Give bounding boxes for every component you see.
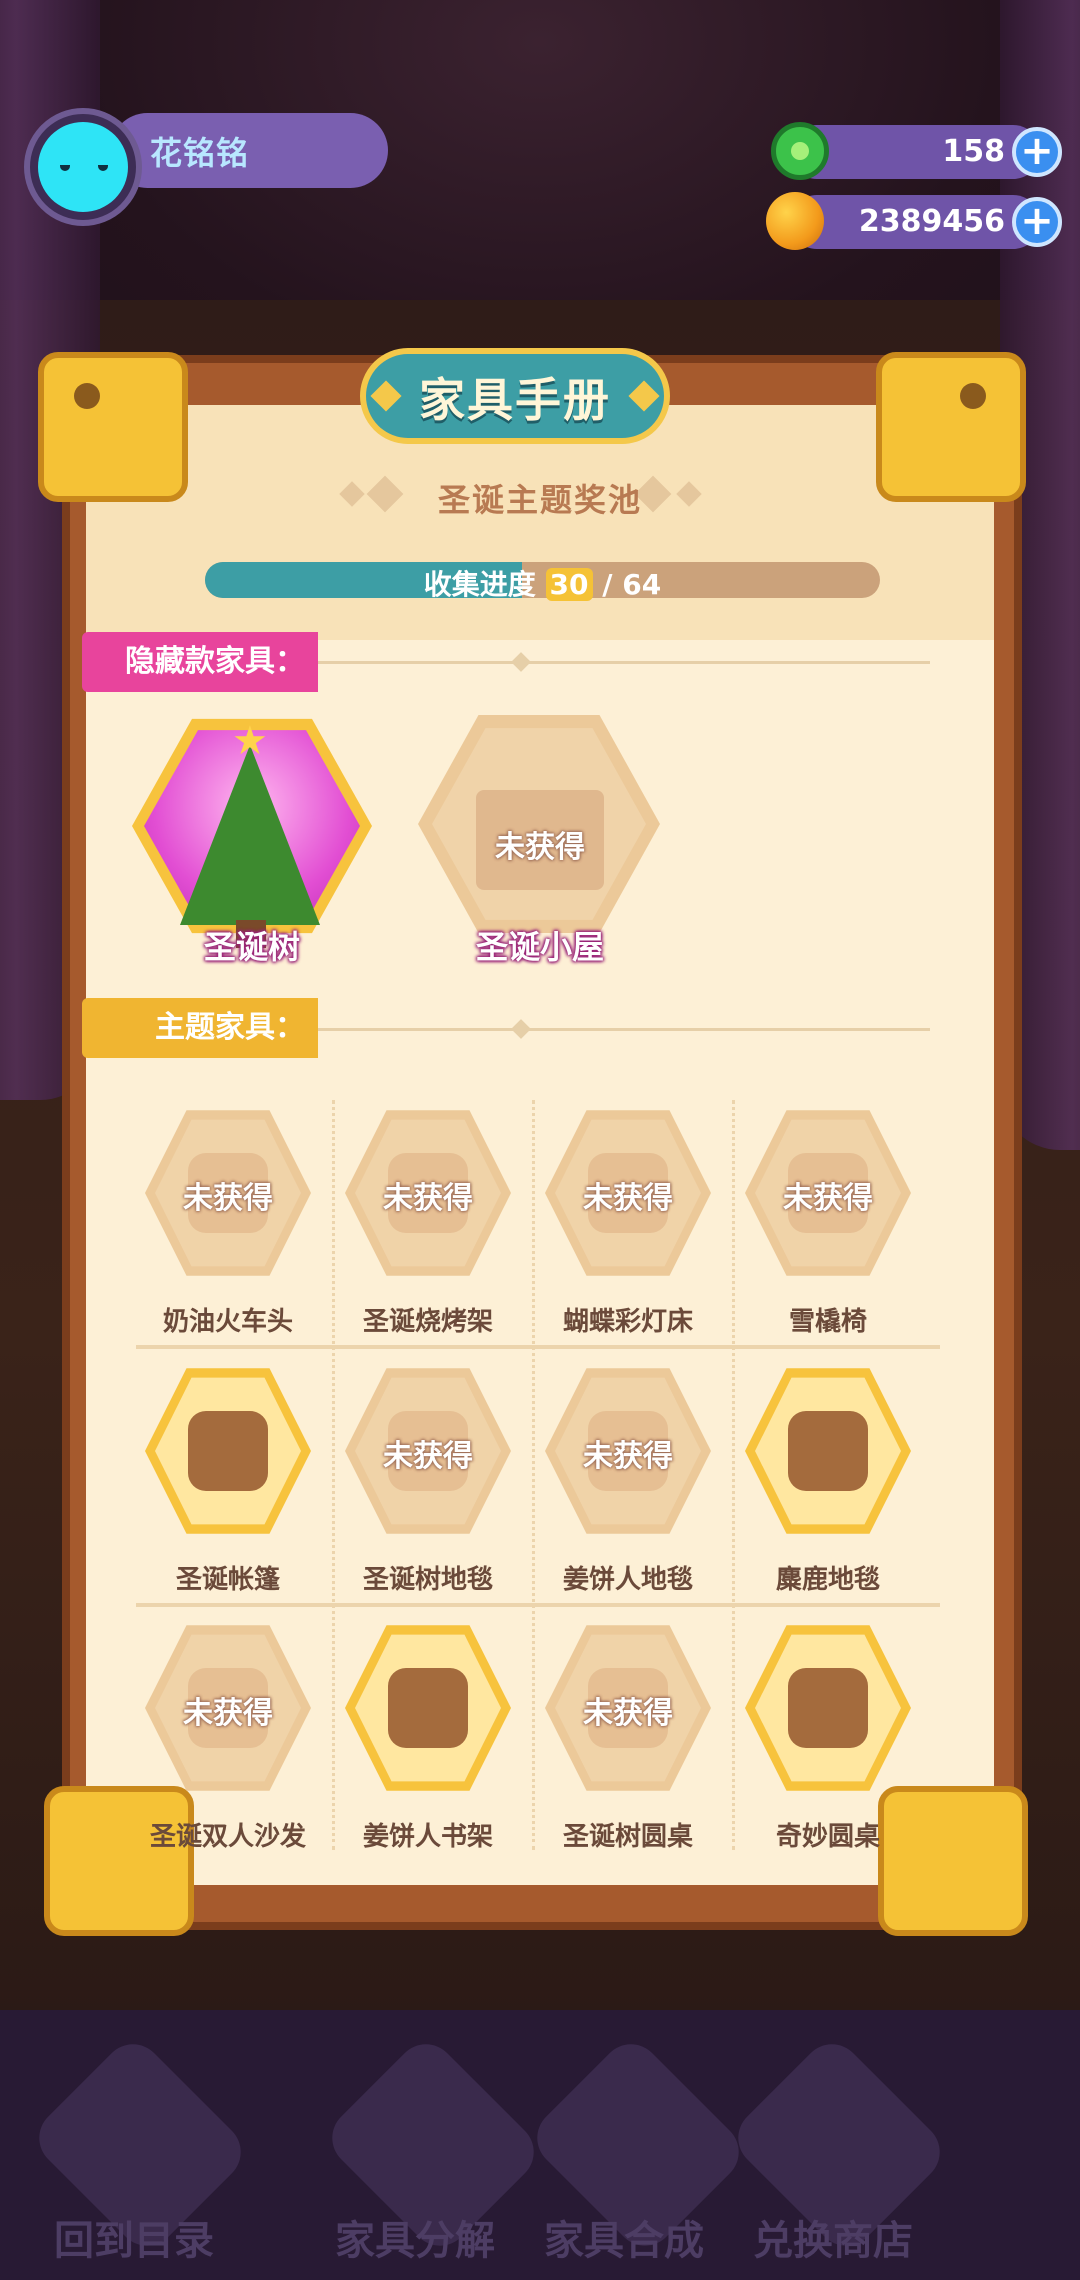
theme-item-name: 圣诞帐篷 [175, 1565, 280, 1595]
theme-item-name: 雪橇椅 [788, 1307, 867, 1337]
theme-item-name: 奇妙圆桌 [775, 1822, 880, 1852]
theme-item-name: 圣诞树地毯 [362, 1565, 493, 1595]
locked-label: 未获得 [783, 1181, 873, 1216]
hidden-section-title: 隐藏款家具： [125, 644, 305, 679]
add-coins-button[interactable]: + [1012, 197, 1062, 247]
progress-current: 30 [545, 568, 593, 601]
locked-label: 未获得 [183, 1696, 273, 1731]
theme-item-name: 圣诞双人沙发 [149, 1822, 306, 1852]
row-divider [136, 1603, 940, 1607]
donut-gem-hole [791, 142, 809, 160]
grid-separator [732, 1100, 735, 1850]
locked-label: 未获得 [383, 1439, 473, 1474]
theme-item-name: 姜饼人地毯 [562, 1565, 693, 1595]
hidden-item-name: 圣诞小屋 [475, 928, 604, 966]
add-gems-button[interactable]: + [1012, 127, 1062, 177]
page-title: 家具手册 [419, 373, 611, 427]
rivet [960, 383, 986, 409]
nav-synthesize-button[interactable]: 家具合成 [514, 2208, 734, 2266]
nav-decompose-button[interactable]: 家具分解 [305, 2208, 525, 2266]
frame-corner-br [878, 1786, 1028, 1936]
user-name: 花铭铭 [150, 134, 250, 172]
locked-label: 未获得 [495, 830, 585, 865]
tent-icon [188, 1411, 268, 1491]
theme-item-name: 圣诞烧烤架 [362, 1307, 493, 1337]
theme-item-name: 蝴蝶彩灯床 [562, 1307, 693, 1337]
grid-separator [332, 1100, 335, 1850]
wonder-table-icon [788, 1668, 868, 1748]
bookshelf-icon [388, 1668, 468, 1748]
nav-back-button[interactable]: 回到目录 [24, 2208, 244, 2266]
collection-progress-label: 收集进度 30 / 64 [205, 563, 880, 603]
grid-separator [532, 1100, 535, 1850]
locked-label: 未获得 [583, 1181, 673, 1216]
progress-total: 64 [622, 568, 662, 601]
reindeer-rug-icon [788, 1411, 868, 1491]
theme-item-name: 麋鹿地毯 [775, 1565, 880, 1595]
theme-item-name: 姜饼人书架 [362, 1822, 493, 1852]
star-icon: ★ [232, 718, 268, 764]
progress-slash: / [602, 568, 613, 601]
locked-label: 未获得 [583, 1439, 673, 1474]
progress-text: 收集进度 [423, 568, 536, 601]
frame-corner-bl [44, 1786, 194, 1936]
cat-avatar-icon [38, 122, 128, 212]
hidden-item-name: 圣诞树 [203, 928, 300, 966]
section-line [318, 661, 930, 664]
section-line [318, 1028, 930, 1031]
coin-planet-icon [766, 192, 824, 250]
locked-label: 未获得 [183, 1181, 273, 1216]
nav-shop-button[interactable]: 兑换商店 [723, 2208, 943, 2266]
pool-subtitle: 圣诞主题奖池 [437, 481, 642, 519]
theme-section-title: 主题家具： [155, 1010, 305, 1045]
locked-label: 未获得 [583, 1696, 673, 1731]
rivet [74, 383, 100, 409]
theme-item-name: 奶油火车头 [162, 1307, 293, 1337]
row-divider [136, 1345, 940, 1349]
christmas-tree-icon [180, 745, 320, 925]
theme-item-name: 圣诞树圆桌 [562, 1822, 693, 1852]
locked-label: 未获得 [383, 1181, 473, 1216]
